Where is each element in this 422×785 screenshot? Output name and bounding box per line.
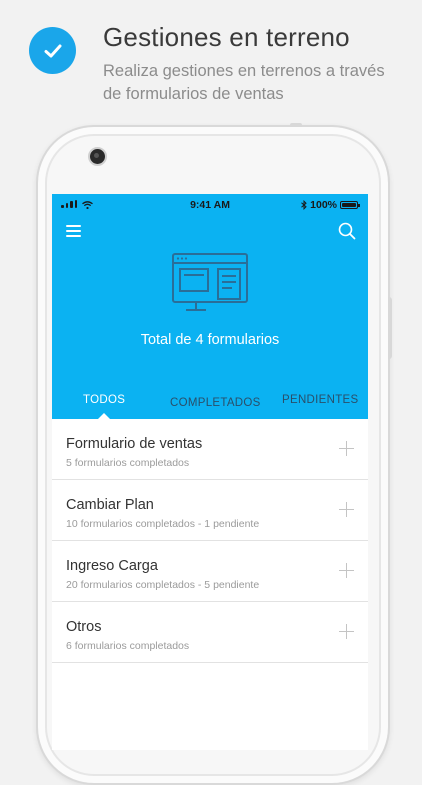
tab-pendientes[interactable]: PENDIENTES: [282, 394, 359, 406]
phone-side-button: [388, 297, 392, 359]
tab-todos[interactable]: TODOS: [83, 394, 125, 406]
total-forms-label: Total de 4 formularios: [140, 332, 280, 348]
app-header: 9:41 AM 100% Total de 4 formularios TODO…: [52, 194, 368, 420]
form-subtitle: 20 formularios completados - 5 pendiente: [66, 579, 260, 591]
list-item[interactable]: Ingreso Carga 20 formularios completados…: [52, 541, 368, 602]
status-right-group: 100%: [301, 199, 360, 211]
promo-title: Gestiones en terreno: [103, 22, 350, 52]
battery-icon: [340, 201, 360, 209]
phone-top-button: [290, 123, 302, 127]
promo-subtitle: Realiza gestiones en terrenos a través d…: [103, 62, 385, 103]
check-icon: [44, 44, 61, 57]
form-subtitle: 6 formularios completados: [66, 640, 190, 652]
battery-fill: [342, 203, 356, 207]
form-title: Formulario de ventas: [66, 436, 203, 452]
tab-completados[interactable]: COMPLETADOS: [170, 397, 261, 409]
plus-icon[interactable]: [339, 624, 354, 639]
search-icon: [338, 222, 356, 240]
check-badge-icon: [29, 27, 76, 74]
tab-bar: TODOS COMPLETADOS PENDIENTES: [52, 391, 368, 420]
menu-icon-line: [66, 235, 81, 237]
plus-icon[interactable]: [339, 563, 354, 578]
list-item[interactable]: Cambiar Plan 10 formularios completados …: [52, 480, 368, 541]
plus-icon[interactable]: [339, 441, 354, 456]
menu-icon: [66, 225, 81, 227]
battery-percent: 100%: [310, 199, 337, 211]
form-subtitle: 10 formularios completados - 1 pendiente: [66, 518, 260, 530]
form-title: Cambiar Plan: [66, 497, 154, 513]
status-bar: 9:41 AM 100%: [52, 194, 368, 216]
forms-list: Formulario de ventas 5 formularios compl…: [52, 419, 368, 663]
menu-button[interactable]: [66, 225, 82, 239]
list-item[interactable]: Otros 6 formularios completados: [52, 602, 368, 663]
front-camera-icon: [88, 147, 107, 166]
plus-icon[interactable]: [339, 502, 354, 517]
forms-illustration-icon: [172, 253, 248, 311]
menu-icon-line: [66, 230, 81, 232]
search-button[interactable]: [338, 222, 356, 240]
form-title: Otros: [66, 619, 102, 635]
list-item[interactable]: Formulario de ventas 5 formularios compl…: [52, 419, 368, 480]
form-title: Ingreso Carga: [66, 558, 158, 574]
phone-screen: 9:41 AM 100% Total de 4 formularios TODO…: [52, 194, 368, 750]
form-subtitle: 5 formularios completados: [66, 457, 190, 469]
bluetooth-icon: [301, 200, 307, 210]
